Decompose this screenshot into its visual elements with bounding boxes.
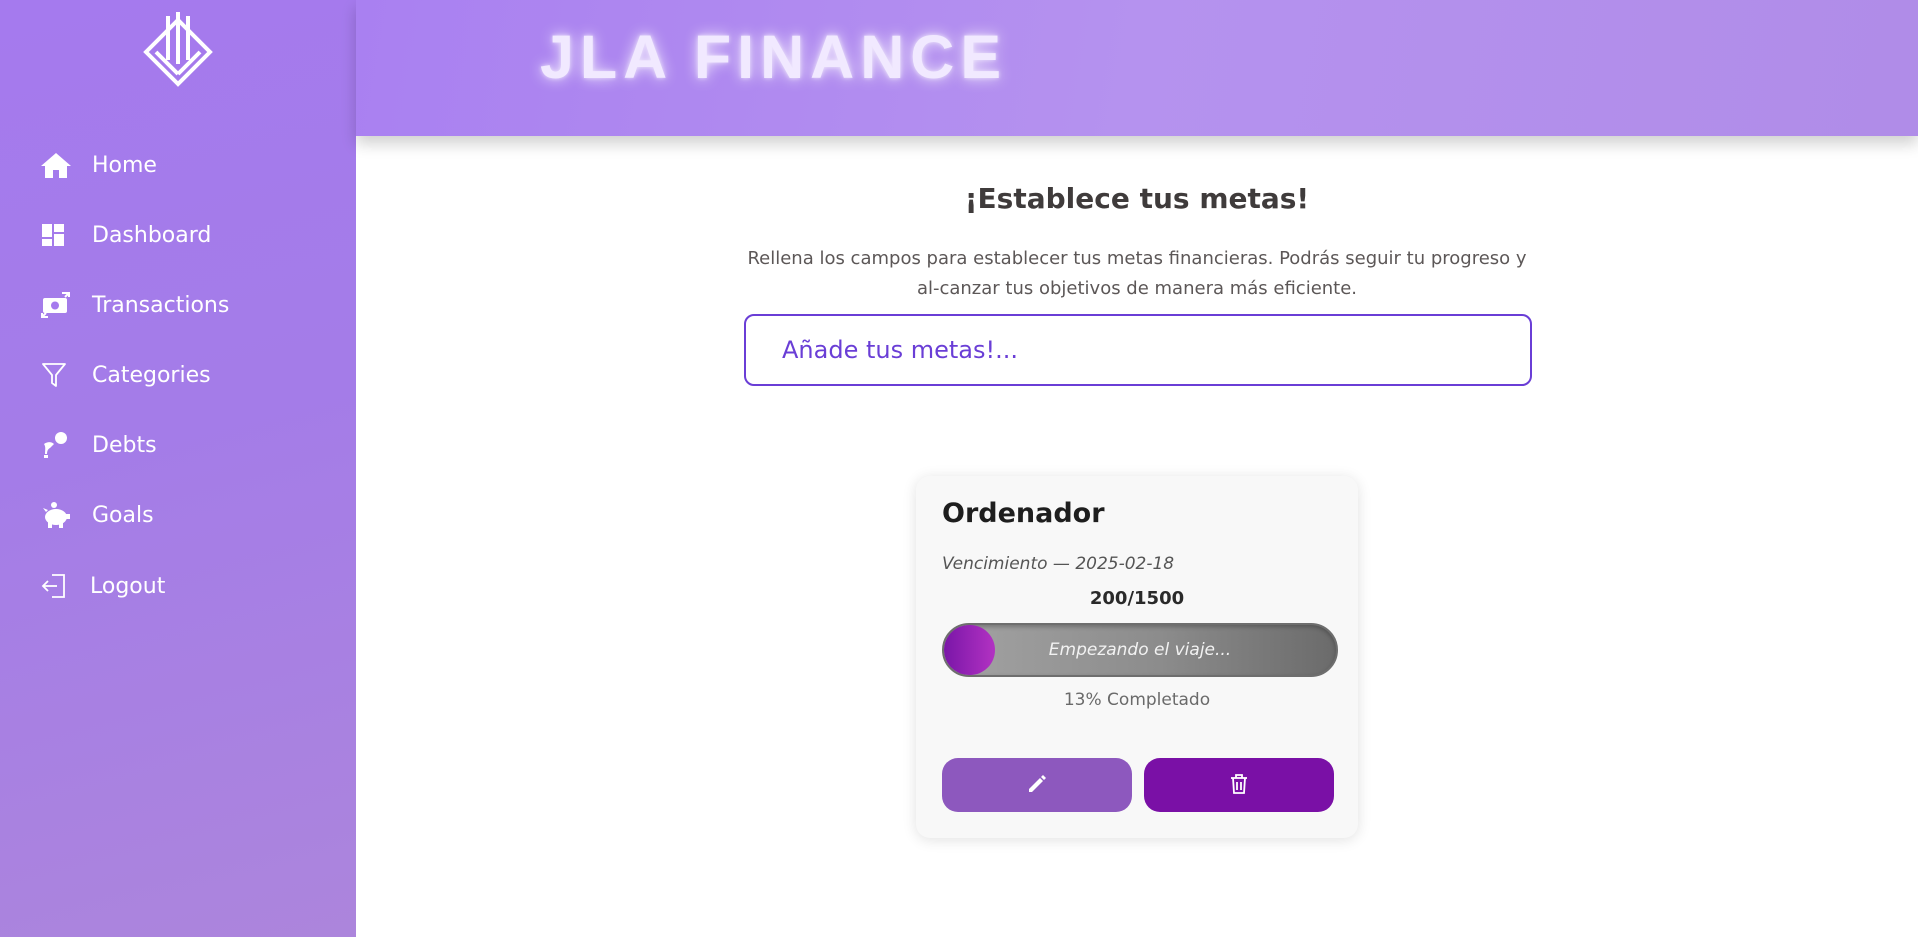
sidebar-item-label: Transactions [92,292,230,318]
sidebar-item-categories[interactable]: Categories [40,350,211,400]
edit-goal-button[interactable] [942,758,1132,812]
logout-icon [40,570,76,602]
sidebar-item-dashboard[interactable]: Dashboard [40,210,211,260]
sidebar-item-label: Goals [92,502,154,528]
goal-progress-text: Empezando el viaje... [1048,640,1232,660]
goal-progress-bar: Empezando el viaje... [942,623,1338,677]
home-icon [40,149,76,181]
page-description: Rellena los campos para establecer tus m… [747,248,1527,299]
goal-input[interactable] [744,314,1532,386]
sidebar: Home Dashboard Transactions Categories D… [0,0,356,937]
sidebar-item-debts[interactable]: Debts [40,420,157,470]
top-header: JLA FINANCE [356,0,1918,136]
brand-title: JLA FINANCE [540,23,1008,91]
sidebar-item-label: Debts [92,432,157,458]
trash-icon [1229,773,1249,798]
sidebar-item-label: Dashboard [92,222,212,248]
sidebar-item-label: Home [92,152,157,178]
dashboard-icon [40,219,76,251]
goal-percent-label: 13% Completado [1063,690,1211,710]
goal-amount: 200/1500 [1089,588,1185,609]
piggy-bank-icon [40,499,76,531]
hand-coin-icon [40,429,76,461]
page-title: ¡Establece tus metas! [964,182,1310,215]
goal-due-date: Vencimiento — 2025-02-18 [942,554,1175,574]
goal-title: Ordenador [942,498,1105,529]
sidebar-item-goals[interactable]: Goals [40,490,154,540]
money-exchange-icon [40,289,76,321]
sidebar-item-home[interactable]: Home [40,140,157,190]
sidebar-item-transactions[interactable]: Transactions [40,280,229,330]
sidebar-item-label: Categories [92,362,211,388]
jla-logo-icon[interactable] [140,10,216,88]
goal-card: Ordenador Vencimiento — 2025-02-18 200/1… [916,476,1358,838]
sidebar-item-label: Logout [90,573,166,599]
sidebar-item-logout[interactable]: Logout [40,561,165,611]
filter-icon [40,359,76,391]
goals-page: ¡Establece tus metas! Rellena los campos… [356,136,1918,937]
delete-goal-button[interactable] [1144,758,1334,812]
pencil-icon [1026,773,1048,798]
